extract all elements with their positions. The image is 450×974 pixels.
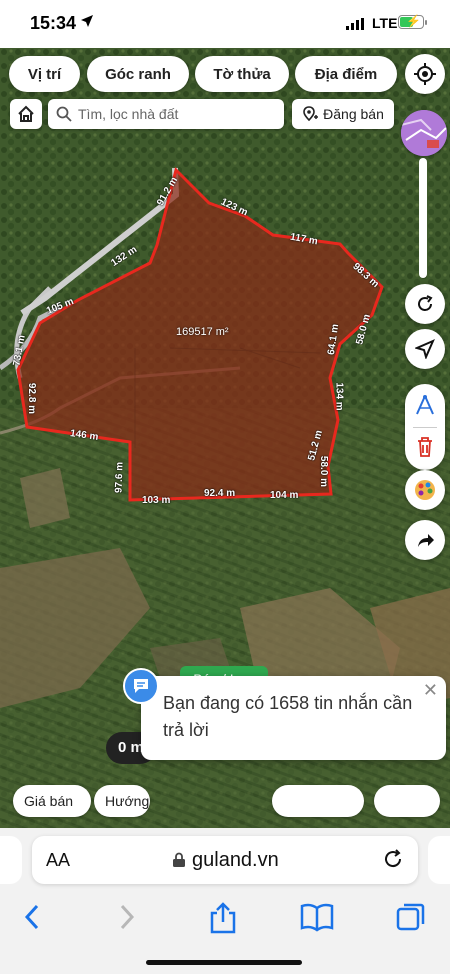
- refresh-icon: [418, 295, 433, 311]
- address-bar[interactable]: AA guland.vn: [32, 836, 418, 884]
- share-arrow-icon: [418, 534, 434, 547]
- measure-tool-icon[interactable]: [414, 394, 436, 421]
- status-time: 15:34: [30, 13, 77, 33]
- next-tab-edge[interactable]: [428, 836, 450, 884]
- post-listing-button[interactable]: Đăng bán: [292, 99, 394, 129]
- url-domain: guland.vn: [192, 849, 279, 871]
- edge-label: 92.8 m: [26, 382, 38, 415]
- battery-icon: ⚡: [398, 14, 424, 29]
- chat-icon[interactable]: [123, 668, 159, 704]
- share-icon[interactable]: [208, 902, 238, 939]
- direction-filter-button[interactable]: Hướng: [94, 785, 150, 817]
- edge-label: 92.4 m: [204, 488, 236, 499]
- navigate-button[interactable]: [405, 329, 445, 369]
- edge-label: 58.0 m: [318, 455, 330, 488]
- home-icon: [18, 105, 34, 122]
- edge-label: 104 m: [270, 490, 299, 501]
- home-indicator: [146, 960, 302, 965]
- measure-delete-group: [405, 384, 445, 470]
- opacity-slider[interactable]: [419, 158, 427, 278]
- crosshair-icon: [414, 63, 436, 85]
- parcel-area-label: 169517 m²: [176, 326, 229, 338]
- filter-pill-hidden[interactable]: [272, 785, 364, 817]
- refresh-button[interactable]: [405, 284, 445, 324]
- browser-address-area: AA guland.vn: [0, 828, 450, 894]
- map-layer-thumbnail[interactable]: [401, 110, 447, 156]
- battery-cap: [425, 20, 427, 25]
- edge-label: 134 m: [333, 382, 345, 411]
- status-bar: 15:34 LTE ⚡: [0, 0, 450, 48]
- tab-dia-diem[interactable]: Địa điểm: [295, 56, 397, 92]
- home-button[interactable]: [10, 99, 42, 129]
- message-text: Bạn đang có 1658 tin nhắn cần trả lời: [163, 693, 413, 740]
- message-notification[interactable]: Bạn đang có 1658 tin nhắn cần trả lời ✕: [141, 676, 446, 760]
- network-type: LTE: [372, 15, 398, 31]
- edge-label: 97.6 m: [113, 461, 126, 494]
- location-arrow-icon: [80, 14, 94, 33]
- tab-goc-ranh[interactable]: Góc ranh: [87, 56, 189, 92]
- search-icon: [56, 106, 72, 122]
- share-button[interactable]: [405, 520, 445, 560]
- navigation-arrow-icon: [415, 339, 435, 359]
- post-listing-label: Đăng bán: [323, 106, 384, 122]
- search-box[interactable]: [48, 99, 284, 129]
- add-location-icon: [303, 106, 319, 122]
- palette-icon: [415, 480, 435, 500]
- trash-icon[interactable]: [416, 436, 434, 463]
- bookmarks-icon[interactable]: [300, 902, 334, 937]
- forward-icon[interactable]: [117, 902, 137, 937]
- edge-label: 103 m: [142, 495, 171, 506]
- close-icon[interactable]: ✕: [423, 680, 438, 701]
- previous-tab-edge[interactable]: [0, 836, 22, 884]
- signal-icon: [346, 17, 366, 35]
- color-palette-button[interactable]: [405, 470, 445, 510]
- back-icon[interactable]: [22, 902, 42, 937]
- tabs-icon[interactable]: [396, 902, 426, 937]
- tab-to-thua[interactable]: Tờ thửa: [195, 56, 289, 92]
- search-input[interactable]: [78, 106, 278, 122]
- text-size-button[interactable]: AA: [46, 850, 70, 871]
- filter-pill-hidden-2[interactable]: [374, 785, 440, 817]
- my-location-button[interactable]: [405, 54, 445, 94]
- layer-preview-icon: [401, 110, 447, 156]
- lock-icon: [172, 852, 186, 873]
- reload-icon[interactable]: [382, 848, 404, 875]
- price-filter-button[interactable]: Giá bán: [13, 785, 91, 817]
- tab-vi-tri[interactable]: Vị trí: [9, 56, 80, 92]
